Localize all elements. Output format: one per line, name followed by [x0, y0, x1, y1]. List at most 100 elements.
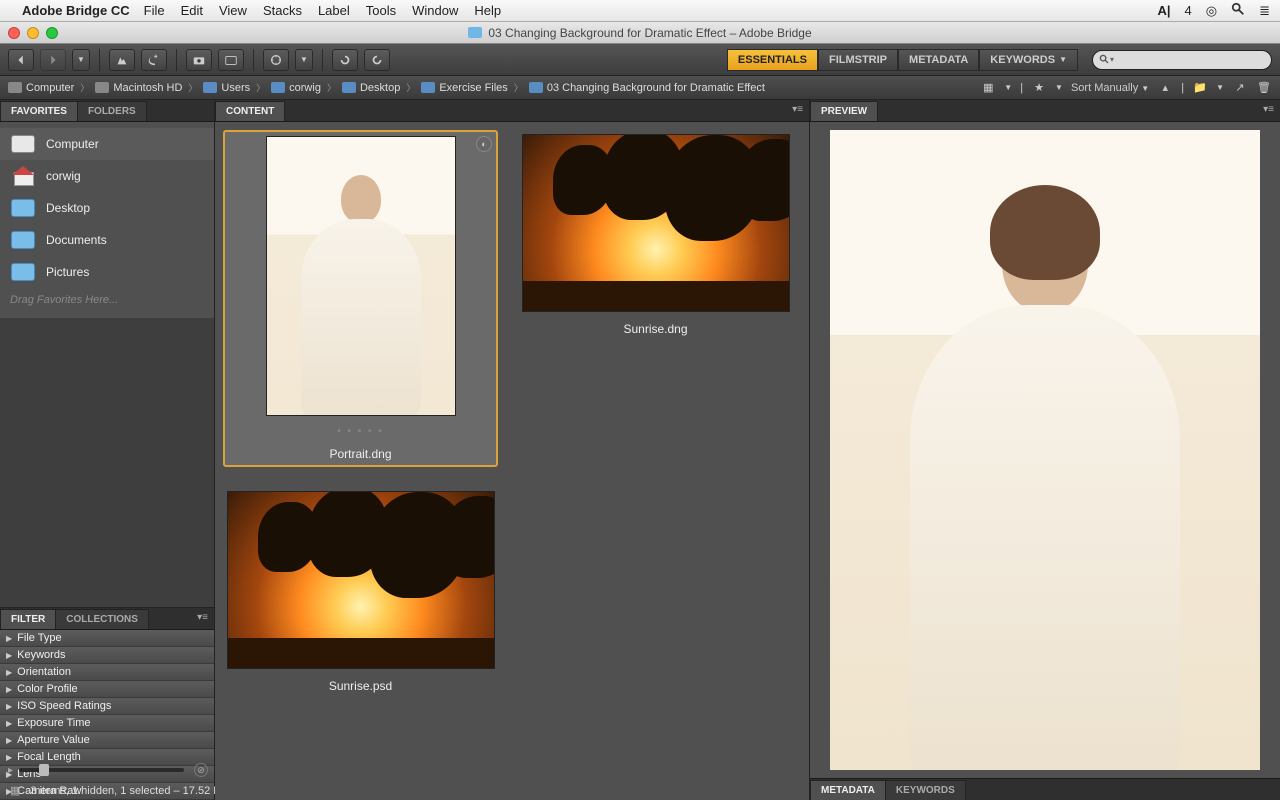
menu-edit[interactable]: Edit [181, 3, 203, 18]
app-name[interactable]: Adobe Bridge CC [22, 3, 130, 18]
favorite-computer[interactable]: Computer [0, 128, 214, 160]
spotlight-icon[interactable] [1231, 2, 1245, 19]
thumbnail-sunrise-psd[interactable]: Sunrise.psd [223, 487, 498, 697]
get-photos-button[interactable] [186, 49, 212, 71]
workspace-metadata[interactable]: METADATA [898, 49, 979, 71]
status-text: 3 items, 1 hidden, 1 selected – 17.52 MB [30, 785, 229, 797]
preview-panel-menu-icon[interactable]: ▾≡ [1263, 104, 1274, 115]
thumbnail-portrait[interactable]: ◐ • • • • • Portrait.dng [223, 130, 498, 467]
traffic-lights [8, 27, 58, 39]
recent-dropdown[interactable]: ▼ [72, 49, 90, 71]
filter-orientation[interactable]: ▶Orientation [0, 664, 214, 681]
thumbnail-image [522, 134, 790, 312]
favorite-desktop[interactable]: Desktop [0, 192, 214, 224]
boomerang-button[interactable] [141, 49, 167, 71]
workspace-filmstrip[interactable]: FILMSTRIP [818, 49, 898, 71]
thumbnail-sunrise-dng[interactable]: ◐ Sunrise.dng [518, 130, 793, 467]
rotate-cw-button[interactable] [364, 49, 390, 71]
preview-area[interactable] [810, 122, 1280, 778]
slider-min-icon: ▸ [8, 765, 13, 776]
back-button[interactable] [8, 49, 34, 71]
title-folder-icon [468, 27, 482, 38]
search-input[interactable] [1114, 54, 1265, 66]
center-column: CONTENT ▾≡ ◐ • • • • • Portrait.dng ◐ Su… [215, 100, 810, 800]
filter-color-profile[interactable]: ▶Color Profile [0, 681, 214, 698]
rating-dots[interactable]: • • • • • [337, 426, 384, 437]
thumbnail-image [266, 136, 456, 416]
creative-cloud-icon[interactable]: ◎ [1206, 3, 1217, 19]
crumb-user[interactable]: corwig [271, 82, 321, 94]
raw-settings-badge-icon: ◐ [476, 136, 492, 152]
adobe-a-icon[interactable]: A| [1157, 3, 1170, 18]
filter-keywords[interactable]: ▶Keywords [0, 647, 214, 664]
filter-panel-menu-icon[interactable]: ▾≡ [197, 612, 208, 623]
favorite-pictures[interactable]: Pictures [0, 256, 214, 288]
thumbnail-label: Portrait.dng [329, 447, 391, 461]
right-column: PREVIEW ▾≡ METADATA KEYWORDS [810, 100, 1280, 800]
menu-label[interactable]: Label [318, 3, 350, 18]
crumb-desktop[interactable]: Desktop [342, 82, 400, 94]
minimize-window-button[interactable] [27, 27, 39, 39]
filter-file-type[interactable]: ▶File Type [0, 630, 214, 647]
tab-favorites[interactable]: FAVORITES [0, 101, 78, 121]
open-recent-icon[interactable]: ↗ [1232, 80, 1248, 96]
menu-tools[interactable]: Tools [366, 3, 396, 18]
open-camera-raw-button[interactable] [263, 49, 289, 71]
rotate-ccw-button[interactable] [332, 49, 358, 71]
path-bar: Computer〉 Macintosh HD〉 Users〉 corwig〉 D… [0, 76, 1280, 100]
tab-preview[interactable]: PREVIEW [810, 101, 878, 121]
crumb-exercise[interactable]: Exercise Files [421, 82, 507, 94]
favorites-tabs: FAVORITES FOLDERS [0, 100, 214, 122]
sort-menu[interactable]: Sort Manually ▼ [1071, 82, 1149, 94]
content-grid[interactable]: ◐ • • • • • Portrait.dng ◐ Sunrise.dng S… [215, 122, 809, 800]
preview-tabs: PREVIEW ▾≡ [810, 100, 1280, 122]
filter-star-icon[interactable]: ★ [1031, 80, 1047, 96]
filter-exposure[interactable]: ▶Exposure Time [0, 715, 214, 732]
slider-cancel-icon[interactable]: ⊘ [194, 763, 208, 777]
forward-button[interactable] [40, 49, 66, 71]
menu-view[interactable]: View [219, 3, 247, 18]
tab-metadata[interactable]: METADATA [810, 780, 886, 800]
workspace-keywords[interactable]: KEYWORDS▼ [979, 49, 1078, 71]
menu-file[interactable]: File [144, 3, 165, 18]
left-column: FAVORITES FOLDERS Computer corwig Deskto… [0, 100, 215, 800]
window-title: 03 Changing Background for Dramatic Effe… [488, 26, 811, 40]
tab-keywords-panel[interactable]: KEYWORDS [885, 780, 966, 800]
thumbnail-quality-icon[interactable]: ▦ [980, 80, 996, 96]
status-icon: ▦ [10, 784, 20, 797]
crumb-users[interactable]: Users [203, 82, 250, 94]
workspace-essentials[interactable]: ESSENTIALS [727, 49, 818, 71]
search-box[interactable]: ▾ [1092, 50, 1272, 70]
menu-window[interactable]: Window [412, 3, 458, 18]
favorites-list: Computer corwig Desktop Documents Pictur… [0, 122, 214, 318]
sort-ascending-icon[interactable]: ▴ [1157, 80, 1173, 96]
thumbnail-image [227, 491, 495, 669]
favorite-documents[interactable]: Documents [0, 224, 214, 256]
new-folder-icon[interactable]: 📁 [1192, 80, 1208, 96]
zoom-window-button[interactable] [46, 27, 58, 39]
tab-filter[interactable]: FILTER [0, 609, 56, 629]
close-window-button[interactable] [8, 27, 20, 39]
thumbnail-size-slider[interactable]: ▸ ⊘ [8, 762, 208, 778]
slider-handle[interactable] [39, 764, 49, 776]
reveal-button[interactable] [109, 49, 135, 71]
refine-button[interactable] [218, 49, 244, 71]
menu-help[interactable]: Help [474, 3, 501, 18]
list-icon[interactable]: ≣ [1259, 3, 1270, 19]
crumb-hd[interactable]: Macintosh HD [95, 82, 182, 94]
content-panel-menu-icon[interactable]: ▾≡ [792, 104, 803, 115]
tab-collections[interactable]: COLLECTIONS [55, 609, 149, 629]
tab-folders[interactable]: FOLDERS [77, 101, 147, 121]
trash-icon[interactable]: 🗑 [1256, 80, 1272, 96]
content-tabs: CONTENT ▾≡ [215, 100, 809, 122]
output-dropdown[interactable]: ▼ [295, 49, 313, 71]
crumb-computer[interactable]: Computer [8, 82, 74, 94]
favorite-home[interactable]: corwig [0, 160, 214, 192]
crumb-current[interactable]: 03 Changing Background for Dramatic Effe… [529, 82, 765, 94]
metadata-tabs: METADATA KEYWORDS [810, 778, 1280, 800]
menu-stacks[interactable]: Stacks [263, 3, 302, 18]
filter-aperture[interactable]: ▶Aperture Value [0, 732, 214, 749]
thumbnail-label: Sunrise.psd [329, 679, 392, 693]
filter-iso[interactable]: ▶ISO Speed Ratings [0, 698, 214, 715]
tab-content[interactable]: CONTENT [215, 101, 285, 121]
